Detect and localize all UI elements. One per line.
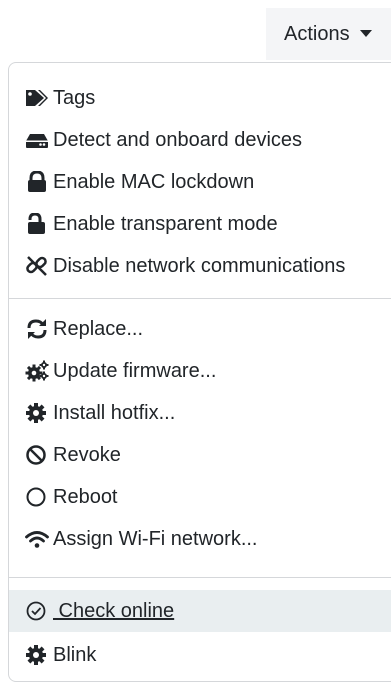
menu-item-update-firmware[interactable]: Update firmware... [9, 350, 391, 392]
ban-icon [25, 443, 53, 467]
menu-item-replace[interactable]: Replace... [9, 308, 391, 350]
check-circle-icon [25, 599, 53, 623]
tags-icon [25, 86, 53, 110]
menu-item-label: Enable MAC lockdown [53, 170, 255, 193]
cog-icon [25, 643, 53, 667]
menu-item-label: Install hotfix... [53, 401, 176, 424]
lock-icon [25, 170, 53, 194]
menu-item-install-hotfix[interactable]: Install hotfix... [9, 392, 391, 434]
cogs-icon [25, 359, 53, 383]
menu-item-label: Blink [53, 643, 97, 666]
actions-dropdown-menu: Tags Detect and onboard devices Enable M… [8, 62, 391, 682]
unlink-icon [25, 254, 53, 278]
menu-item-tags[interactable]: Tags [9, 77, 391, 119]
menu-item-label: Detect and onboard devices [53, 128, 303, 151]
menu-item-blink[interactable]: Blink [9, 634, 391, 676]
unlock-icon [25, 212, 53, 236]
menu-item-check-online[interactable]: Check online [9, 590, 391, 632]
menu-item-label: Replace... [53, 317, 144, 340]
cog-icon [25, 401, 53, 425]
menu-item-label: Check online [53, 599, 175, 622]
menu-item-label: Update firmware... [53, 359, 217, 382]
menu-divider [9, 577, 391, 578]
menu-item-label: Revoke [53, 443, 121, 466]
menu-item-label: Enable transparent mode [53, 212, 278, 235]
menu-item-disable-network[interactable]: Disable network communications [9, 245, 391, 287]
actions-button[interactable]: Actions [266, 8, 391, 60]
menu-item-assign-wifi[interactable]: Assign Wi-Fi network... [9, 518, 391, 560]
circle-icon [25, 485, 53, 509]
sync-icon [25, 317, 53, 341]
menu-item-label: Reboot [53, 485, 118, 508]
menu-item-label: Disable network communications [53, 254, 346, 277]
menu-item-detect-onboard[interactable]: Detect and onboard devices [9, 119, 391, 161]
menu-item-enable-mac-lockdown[interactable]: Enable MAC lockdown [9, 161, 391, 203]
wifi-icon [25, 527, 53, 551]
actions-button-label: Actions [284, 22, 350, 45]
hdd-icon [25, 128, 53, 152]
menu-item-label: Assign Wi-Fi network... [53, 527, 258, 550]
menu-item-revoke[interactable]: Revoke [9, 434, 391, 476]
menu-divider [9, 298, 391, 299]
menu-item-label: Tags [53, 86, 96, 109]
caret-down-icon [359, 29, 372, 37]
menu-item-reboot[interactable]: Reboot [9, 476, 391, 518]
menu-item-enable-transparent-mode[interactable]: Enable transparent mode [9, 203, 391, 245]
